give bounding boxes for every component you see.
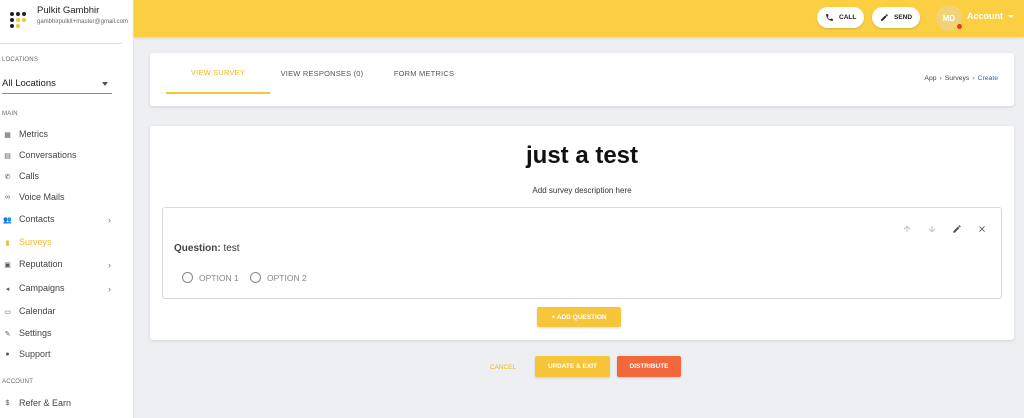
metrics-icon: ▦	[4, 131, 11, 139]
sidebar-item-label: Refer & Earn	[19, 398, 72, 408]
location-select-value: All Locations	[2, 78, 56, 89]
profile-header[interactable]: Pulkit Gambhir gambhirpulkit+master@gmai…	[0, 0, 134, 44]
survey-editor-card: just a test Add survey description here …	[150, 126, 1014, 340]
sidebar-item-calendar[interactable]: ▭ Calendar	[0, 303, 130, 321]
tab-view-responses[interactable]: VIEW RESPONSES (0)	[274, 53, 370, 94]
chevron-right-icon: ›	[108, 284, 111, 294]
arrow-down-icon	[928, 225, 935, 232]
option-label: OPTION 2	[267, 272, 307, 283]
sidebar-item-voice-mails[interactable]: ∞ Voice Mails	[0, 189, 130, 207]
tab-form-metrics[interactable]: FORM METRICS	[384, 53, 464, 94]
megaphone-icon: ◂	[5, 285, 10, 293]
sidebar-item-refer-earn[interactable]: $ Refer & Earn	[0, 395, 130, 413]
breadcrumb-app[interactable]: App	[924, 75, 936, 82]
chevron-right-icon: ›	[939, 75, 942, 82]
sidebar-item-surveys[interactable]: ▮ Surveys	[0, 234, 130, 252]
divider	[0, 43, 122, 44]
question-text: Question: test	[174, 243, 240, 254]
sidebar-item-label: Calendar	[19, 306, 56, 316]
sidebar-item-label: Settings	[19, 328, 52, 338]
sidebar-item-label: Calls	[19, 171, 40, 181]
cancel-button[interactable]: CANCEL	[484, 360, 522, 374]
chevron-right-icon: ›	[108, 215, 111, 225]
sidebar-item-label: Campaigns	[19, 283, 65, 293]
question-prefix: Question:	[174, 243, 221, 254]
option-radio[interactable]: OPTION 1	[182, 272, 239, 283]
top-bar: CALL SEND MD Account	[134, 0, 1024, 37]
survey-tabs-card: VIEW SURVEY VIEW RESPONSES (0) FORM METR…	[150, 53, 1014, 106]
delete-question-button[interactable]	[976, 223, 987, 234]
calendar-icon: ▭	[4, 308, 11, 316]
people-icon: 👥	[3, 216, 12, 224]
add-question-button[interactable]: + ADD QUESTION	[537, 307, 621, 327]
chevron-right-icon: ›	[972, 75, 975, 82]
sidebar-item-campaigns[interactable]: ◂ Campaigns ›	[0, 280, 130, 298]
sidebar-item-contacts[interactable]: 👥 Contacts ›	[0, 211, 130, 229]
option-label: OPTION 1	[199, 272, 239, 283]
sidebar: Pulkit Gambhir gambhirpulkit+master@gmai…	[0, 0, 134, 418]
notification-dot	[956, 23, 963, 30]
app-logo	[10, 12, 26, 28]
breadcrumb-create[interactable]: Create	[978, 75, 998, 82]
radio-circle[interactable]	[182, 272, 193, 283]
sidebar-item-calls[interactable]: ✆ Calls	[0, 168, 130, 186]
wrench-icon: ✎	[4, 330, 11, 338]
sidebar-item-support[interactable]: ● Support	[0, 346, 130, 364]
sidebar-item-label: Surveys	[19, 237, 52, 247]
survey-icon: ▮	[5, 239, 10, 247]
question-value: test	[223, 243, 240, 254]
move-up-button[interactable]	[901, 223, 912, 234]
sidebar-item-label: Reputation	[19, 259, 63, 269]
send-button[interactable]: SEND	[872, 7, 921, 28]
chat-icon: ▤	[4, 152, 11, 160]
avatar[interactable]: MD	[936, 5, 963, 31]
call-button-label: CALL	[839, 14, 857, 21]
pencil-icon	[881, 14, 888, 21]
pencil-icon	[952, 224, 961, 233]
breadcrumb: App › Surveys › Create	[924, 75, 998, 82]
survey-description[interactable]: Add survey description here	[150, 186, 1014, 195]
breadcrumb-surveys[interactable]: Surveys	[945, 75, 970, 82]
caret-down-icon	[102, 82, 108, 86]
location-select[interactable]: All Locations	[2, 76, 112, 94]
locations-section-label: LOCATIONS	[2, 57, 39, 63]
avatar-initials: MD	[942, 13, 956, 23]
chevron-right-icon: ›	[108, 260, 111, 270]
sidebar-item-metrics[interactable]: ▦ Metrics	[0, 126, 130, 144]
distribute-button[interactable]: DISTRIBUTE	[617, 356, 681, 377]
send-button-label: SEND	[894, 14, 913, 21]
question-toolbar	[901, 223, 987, 234]
radio-circle[interactable]	[250, 272, 261, 283]
sidebar-item-conversations[interactable]: ▤ Conversations	[0, 147, 130, 165]
tab-view-survey[interactable]: VIEW SURVEY	[166, 53, 270, 94]
sidebar-item-settings[interactable]: ✎ Settings	[0, 325, 130, 343]
voicemail-icon: ∞	[5, 194, 10, 201]
account-menu[interactable]: Account	[967, 11, 1003, 21]
sidebar-item-label: Voice Mails	[19, 192, 65, 202]
reputation-icon: ▣	[4, 261, 11, 269]
phone-icon: ✆	[4, 173, 11, 181]
arrow-up-icon	[903, 225, 910, 232]
sidebar-item-reputation[interactable]: ▣ Reputation ›	[0, 256, 130, 274]
profile-name: Pulkit Gambhir	[37, 5, 100, 16]
call-button[interactable]: CALL	[817, 7, 865, 28]
survey-title[interactable]: just a test	[150, 142, 1014, 170]
move-down-button[interactable]	[926, 223, 937, 234]
option-radio[interactable]: OPTION 2	[250, 272, 307, 283]
update-exit-button[interactable]: UPDATE & EXIT	[535, 356, 610, 377]
main-section-label: MAIN	[2, 111, 18, 117]
phone-icon	[826, 14, 833, 21]
profile-email: gambhirpulkit+master@gmail.com	[37, 19, 128, 25]
help-icon: ●	[5, 351, 10, 358]
question-card: Question: test OPTION 1 OPTION 2	[162, 207, 1002, 299]
close-icon	[978, 225, 985, 232]
sidebar-item-label: Contacts	[19, 214, 55, 224]
dollar-icon: $	[5, 400, 10, 407]
sidebar-item-label: Metrics	[19, 129, 48, 139]
sidebar-item-label: Support	[19, 349, 51, 359]
account-section-label: ACCOUNT	[2, 379, 34, 385]
chevron-down-icon	[1008, 15, 1014, 18]
sidebar-item-label: Conversations	[19, 150, 77, 160]
edit-question-button[interactable]	[951, 223, 962, 234]
